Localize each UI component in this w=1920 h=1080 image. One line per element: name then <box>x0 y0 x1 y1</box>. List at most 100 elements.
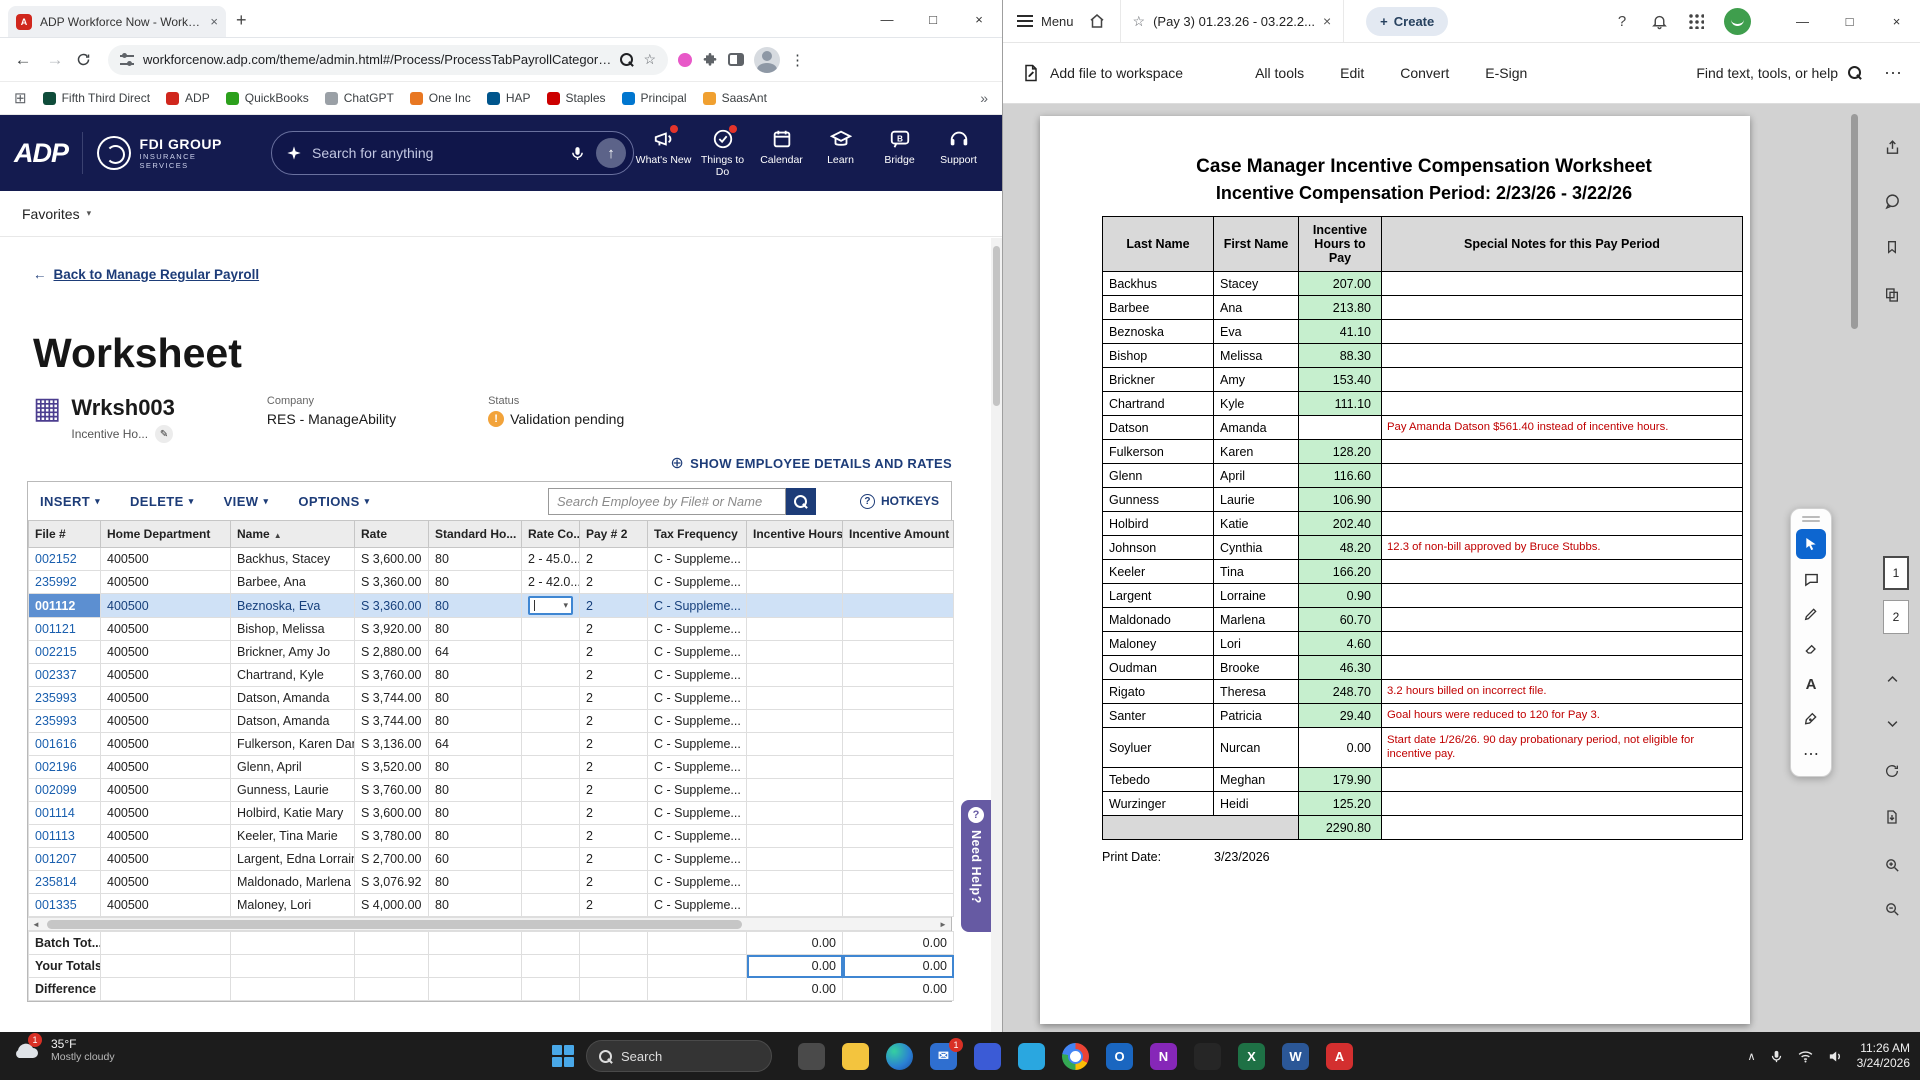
page-thumbnail-2[interactable]: 2 <box>1883 600 1909 634</box>
incentive-hours-cell[interactable] <box>746 824 843 848</box>
edit-pencil-icon[interactable]: ✎ <box>155 425 174 443</box>
name-cell[interactable]: Chartrand, Kyle <box>230 663 355 687</box>
dept-cell[interactable]: 400500 <box>100 617 231 641</box>
create-button[interactable]: + Create <box>1366 6 1449 36</box>
share-icon[interactable] <box>1877 132 1907 162</box>
scroll-right-icon[interactable]: ► <box>935 920 951 929</box>
totals-amount-cell[interactable]: 0.00 <box>842 977 954 1001</box>
file-number-cell[interactable]: 002337 <box>28 663 101 687</box>
tax-frequency-cell[interactable]: C - Suppleme... <box>647 709 747 733</box>
employee-search-button[interactable] <box>785 487 816 515</box>
std-hours-cell[interactable]: 80 <box>428 709 522 733</box>
grid-row[interactable]: 002099 400500 Gunness, Laurie S 3,760.00 80 2… <box>28 778 954 802</box>
rate-code-cell[interactable]: 2 - 42.0... <box>521 570 580 594</box>
tax-frequency-cell[interactable]: C - Suppleme... <box>647 893 747 917</box>
rate-cell[interactable]: S 3,360.00 <box>354 593 429 618</box>
grid-row[interactable]: 235993 400500 Datson, Amanda S 3,744.00 80 2 C… <box>28 686 954 710</box>
account-avatar[interactable] <box>1724 7 1751 35</box>
start-button[interactable] <box>552 1045 574 1067</box>
dept-cell[interactable]: 400500 <box>100 709 231 733</box>
col-incentive-amount[interactable]: Incentive Amount <box>842 520 954 548</box>
dept-cell[interactable]: 400500 <box>100 870 231 894</box>
document-tab-close-icon[interactable]: × <box>1323 13 1331 29</box>
scrollbar-thumb[interactable] <box>47 920 742 929</box>
grid-row[interactable]: 235992 400500 Barbee, Ana S 3,360.00 80 2 - 4… <box>28 570 954 594</box>
edit-tab[interactable]: Edit <box>1340 65 1364 81</box>
taskbar-app-file-explorer[interactable] <box>842 1042 869 1070</box>
grid-row[interactable]: 001335 400500 Maloney, Lori S 4,000.00 80 2 C … <box>28 893 954 917</box>
favorites-row[interactable]: Favorites ▾ <box>0 191 1002 237</box>
add-file-button[interactable]: Add file to workspace <box>1021 63 1183 83</box>
file-number-cell[interactable]: 235993 <box>28 686 101 710</box>
esign-tab[interactable]: E-Sign <box>1485 65 1527 81</box>
pay2-cell[interactable]: 2 <box>579 570 648 594</box>
grid-row[interactable]: 001616 400500 Fulkerson, Karen Danz S 3,136… <box>28 732 954 756</box>
tax-frequency-cell[interactable]: C - Suppleme... <box>647 801 747 825</box>
tax-frequency-cell[interactable]: C - Suppleme... <box>647 732 747 756</box>
show-employee-details-link[interactable]: ⊕ SHOW EMPLOYEE DETAILS AND RATES <box>0 453 952 473</box>
bookmark-item[interactable]: HAP <box>486 91 531 105</box>
pay2-cell[interactable]: 2 <box>579 663 648 687</box>
bookmark-item[interactable]: Staples <box>546 91 606 105</box>
incentive-hours-cell[interactable] <box>746 778 843 802</box>
tax-frequency-cell[interactable]: C - Suppleme... <box>647 617 747 641</box>
submit-arrow-icon[interactable]: ↑ <box>596 138 626 168</box>
grid-row[interactable]: 002152 400500 Backhus, Stacey S 3,600.00 80 2… <box>28 547 954 571</box>
dept-cell[interactable]: 400500 <box>100 847 231 871</box>
tax-frequency-cell[interactable]: C - Suppleme... <box>647 755 747 779</box>
taskbar-app-outlook-classic[interactable]: O <box>1106 1042 1133 1070</box>
select-tool[interactable] <box>1796 529 1826 559</box>
rate-code-cell[interactable]: 2 - 45.0... <box>521 547 580 571</box>
col-incentive-hours[interactable]: Incentive Hours <box>746 520 843 548</box>
rate-cell[interactable]: S 2,700.00 <box>354 847 429 871</box>
incentive-amount-cell[interactable] <box>842 570 954 594</box>
std-hours-cell[interactable]: 80 <box>428 593 522 618</box>
tray-expand-icon[interactable]: ∧ <box>1748 1050 1756 1063</box>
std-hours-cell[interactable]: 80 <box>428 570 522 594</box>
file-number-cell[interactable]: 235992 <box>28 570 101 594</box>
comment-tool[interactable] <box>1796 564 1826 594</box>
grid-row[interactable]: 001121 400500 Bishop, Melissa S 3,920.00 80 2… <box>28 617 954 641</box>
col-home-department[interactable]: Home Department <box>100 520 231 548</box>
taskbar-search[interactable]: Search <box>586 1040 772 1072</box>
rate-cell[interactable]: S 3,920.00 <box>354 617 429 641</box>
col-pay-2[interactable]: Pay # 2 <box>579 520 648 548</box>
name-cell[interactable]: Gunness, Laurie <box>230 778 355 802</box>
std-hours-cell[interactable]: 80 <box>428 617 522 641</box>
back-icon[interactable]: ← <box>12 50 34 70</box>
file-number-cell[interactable]: 001207 <box>28 847 101 871</box>
rate-code-cell[interactable] <box>521 847 580 871</box>
bookmark-item[interactable]: SaasAnt <box>702 91 767 105</box>
refresh-icon[interactable] <box>1877 756 1907 786</box>
totals-amount-cell[interactable]: 0.00 <box>842 931 954 955</box>
incentive-amount-cell[interactable] <box>842 547 954 571</box>
incentive-amount-cell[interactable] <box>842 709 954 733</box>
bookmarks-overflow-icon[interactable]: » <box>980 90 988 106</box>
std-hours-cell[interactable]: 80 <box>428 824 522 848</box>
rate-cell[interactable]: S 3,780.00 <box>354 824 429 848</box>
bookmarks-panel-icon[interactable] <box>1877 232 1907 262</box>
dept-cell[interactable]: 400500 <box>100 732 231 756</box>
file-number-cell[interactable]: 002196 <box>28 755 101 779</box>
pay2-cell[interactable]: 2 <box>579 778 648 802</box>
dept-cell[interactable]: 400500 <box>100 640 231 664</box>
volume-icon[interactable] <box>1827 1048 1844 1065</box>
document-tab[interactable]: ☆ (Pay 3) 01.23.26 - 03.22.2... × <box>1119 0 1345 42</box>
bookmark-item[interactable]: Fifth Third Direct <box>42 91 150 105</box>
site-info-icon[interactable] <box>120 53 134 66</box>
pdf-scrollbar-thumb[interactable] <box>1851 114 1858 329</box>
incentive-hours-cell[interactable] <box>746 593 843 618</box>
incentive-hours-cell[interactable] <box>746 686 843 710</box>
taskbar-app-edge[interactable] <box>886 1042 913 1070</box>
rate-code-cell[interactable] <box>521 640 580 664</box>
profile-avatar[interactable] <box>754 46 780 73</box>
tax-frequency-cell[interactable]: C - Suppleme... <box>647 686 747 710</box>
rate-code-cell[interactable] <box>521 870 580 894</box>
taskbar-app-outlook[interactable]: ✉ 1 <box>930 1037 963 1070</box>
horizontal-scrollbar[interactable]: ◄ ► <box>28 917 951 931</box>
incentive-hours-cell[interactable] <box>746 709 843 733</box>
name-cell[interactable]: Maloney, Lori <box>230 893 355 917</box>
incentive-hours-cell[interactable] <box>746 755 843 779</box>
rate-cell[interactable]: S 2,880.00 <box>354 640 429 664</box>
add-text-tool[interactable]: A <box>1796 669 1826 699</box>
